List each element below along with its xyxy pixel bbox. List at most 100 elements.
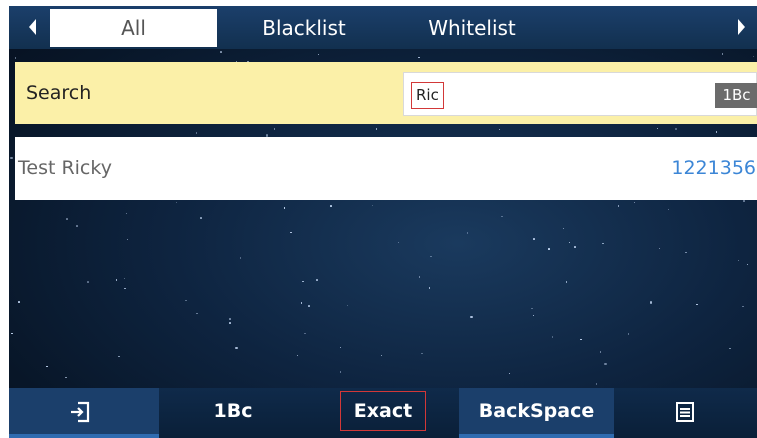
- star-dot: [508, 372, 511, 375]
- input-mode-softkey[interactable]: 1Bc: [159, 388, 307, 438]
- search-input[interactable]: Ric 1Bc: [403, 72, 757, 116]
- star-dot: [501, 215, 503, 218]
- star-dot: [565, 281, 568, 283]
- star-dot: [375, 128, 378, 130]
- star-dot: [737, 259, 740, 262]
- star-dot: [46, 365, 48, 368]
- star-dot: [124, 287, 126, 290]
- exact-softkey-label: Exact: [339, 391, 427, 431]
- star-dot: [428, 287, 431, 289]
- star-dot: [11, 332, 13, 335]
- star-dot: [317, 53, 320, 56]
- star-dot: [658, 247, 661, 250]
- star-dot: [346, 304, 349, 307]
- softkey-bar: 1Bc Exact BackSpace: [9, 388, 757, 438]
- star-dot: [418, 56, 420, 59]
- star-dot: [685, 251, 687, 254]
- star-dot: [551, 336, 554, 338]
- star-dot: [746, 263, 748, 266]
- star-dot: [195, 132, 198, 134]
- star-dot: [239, 257, 242, 259]
- star-dot: [430, 255, 432, 258]
- tab-right-arrow-icon[interactable]: [738, 19, 745, 35]
- star-dot: [290, 231, 292, 234]
- star-dot: [532, 314, 535, 317]
- star-dot: [316, 279, 318, 281]
- star-dot: [371, 204, 374, 207]
- star-dot: [66, 218, 68, 220]
- exit-softkey[interactable]: [9, 388, 159, 438]
- tab-all[interactable]: All: [50, 9, 217, 47]
- star-dot: [470, 315, 473, 319]
- tab-blacklist[interactable]: Blacklist: [224, 9, 384, 47]
- star-dot: [200, 217, 202, 219]
- star-dot: [599, 351, 602, 353]
- tab-left-arrow-icon[interactable]: [29, 19, 36, 35]
- star-dot: [185, 299, 187, 302]
- star-dot: [283, 207, 286, 209]
- star-dot: [696, 303, 698, 306]
- star-dot: [235, 346, 238, 350]
- star-dot: [548, 248, 550, 250]
- star-dot: [196, 312, 198, 315]
- exact-softkey[interactable]: Exact: [307, 388, 459, 438]
- star-dot: [533, 238, 535, 240]
- star-dot: [229, 322, 231, 324]
- star-dot: [466, 232, 469, 234]
- contact-name: Test Ricky: [18, 157, 112, 179]
- search-input-value[interactable]: Ric: [411, 82, 444, 109]
- star-dot: [649, 301, 653, 304]
- star-dot: [617, 205, 620, 207]
- star-dot: [302, 280, 304, 283]
- star-dot: [115, 279, 118, 281]
- menu-softkey[interactable]: [614, 388, 757, 438]
- tab-whitelist[interactable]: Whitelist: [387, 9, 557, 47]
- star-dot: [752, 55, 755, 58]
- menu-icon: [676, 402, 694, 422]
- star-dot: [656, 127, 659, 130]
- search-label: Search: [26, 82, 92, 104]
- star-dot: [118, 355, 120, 358]
- star-dot: [125, 212, 128, 215]
- star-dot: [715, 131, 718, 133]
- contact-number[interactable]: 1221356: [671, 137, 756, 200]
- star-dot: [304, 332, 306, 335]
- star-dot: [421, 352, 423, 355]
- star-dot: [397, 241, 400, 244]
- backspace-softkey[interactable]: BackSpace: [459, 388, 614, 438]
- star-dot: [574, 246, 576, 248]
- star-dot: [65, 376, 67, 379]
- star-dot: [308, 305, 310, 307]
- star-dot: [729, 347, 731, 350]
- star-dot: [87, 281, 89, 283]
- star-dot: [633, 201, 636, 204]
- star-dot: [595, 383, 598, 385]
- star-dot: [498, 128, 501, 131]
- star-dot: [743, 200, 745, 202]
- search-row[interactable]: Search Ric 1Bc: [15, 62, 757, 124]
- phone-screen: All Blacklist Whitelist Search Ric 1Bc T…: [9, 6, 757, 438]
- star-dot: [123, 277, 126, 280]
- star-dot: [580, 338, 582, 341]
- star-dot: [721, 53, 724, 55]
- star-dot: [220, 51, 222, 53]
- star-dot: [296, 354, 299, 356]
- star-dot: [667, 208, 670, 211]
- star-dot: [14, 57, 17, 59]
- star-dot: [602, 242, 604, 245]
- star-dot: [229, 318, 231, 320]
- star-dot: [175, 201, 178, 204]
- star-dot: [418, 276, 421, 278]
- contact-result-row[interactable]: Test Ricky 1221356: [15, 137, 757, 200]
- star-dot: [568, 241, 571, 244]
- star-dot: [531, 307, 533, 310]
- star-dot: [674, 127, 678, 131]
- star-dot: [627, 333, 630, 335]
- star-dot: [562, 227, 565, 230]
- star-dot: [126, 238, 129, 241]
- star-dot: [18, 301, 20, 303]
- star-dot: [604, 362, 607, 366]
- star-dot: [300, 302, 303, 304]
- tab-bar: All Blacklist Whitelist: [9, 6, 757, 49]
- exit-icon: [71, 401, 90, 423]
